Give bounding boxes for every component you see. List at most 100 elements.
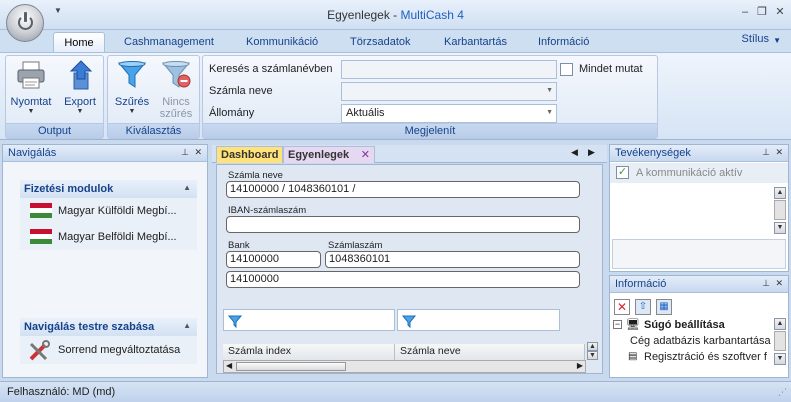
ribbon: Nyomtat ▼ Export ▼ Output Szűrés ▼ Nincs… <box>0 52 791 140</box>
output-group: Nyomtat ▼ Export ▼ Output <box>5 55 104 139</box>
customize-navigation-section: Navigálás testre szabása ▲ Sorrend megvá… <box>20 318 197 364</box>
show-all-checkbox[interactable] <box>560 63 573 76</box>
resize-grip-icon[interactable]: ⋰ <box>778 387 787 398</box>
tab-egyenlegek[interactable]: Egyenlegek ✕ <box>283 146 375 163</box>
chevron-down-icon[interactable]: ▼ <box>773 36 781 45</box>
close-tab-icon[interactable]: ✕ <box>361 147 370 163</box>
status-bar: Felhasználó: MD (md) ⋰ <box>0 381 791 402</box>
upload-icon[interactable]: ⇧ <box>635 299 651 315</box>
info-tree: − 🖥 Súgó beállítása Cég adatbázis karban… <box>612 318 772 378</box>
tab-torzsadatok[interactable]: Törzsadatok <box>342 32 419 52</box>
nav-item-foreign-transfer[interactable]: Magyar Külföldi Megbí... <box>20 198 197 224</box>
iban-field-label: IBAN-számlaszám <box>228 205 307 216</box>
export-button[interactable]: Export ▼ <box>58 59 102 123</box>
tools-icon <box>29 340 50 361</box>
chevron-up-icon[interactable]: ▲ <box>183 321 191 330</box>
close-icon[interactable]: ✕ <box>775 278 783 289</box>
scrollbar-thumb[interactable] <box>236 362 346 371</box>
title-bar: ▼ Egyenlegek - MultiCash 4 – ❐ ✕ <box>0 0 791 30</box>
scroll-right-icon[interactable]: ▶ <box>577 361 583 370</box>
pin-icon[interactable]: ⊥ <box>762 147 770 158</box>
current-user-label: Felhasználó: MD (md) <box>7 386 116 398</box>
filter-button[interactable]: Szűrés ▼ <box>110 59 154 123</box>
account-name-combo[interactable]: ▼ <box>341 82 557 101</box>
nav-item-domestic-transfer[interactable]: Magyar Belföldi Megbí... <box>20 224 197 250</box>
scroll-up-icon[interactable]: ▲ <box>774 318 786 330</box>
document-tab-strip: Dashboard Egyenlegek ✕ ◀ ▶ <box>212 145 607 163</box>
vertical-scrollbar-thumb[interactable] <box>774 200 786 220</box>
account-number-field-label: Számlaszám <box>328 240 383 251</box>
grid-filter-name[interactable] <box>397 309 560 331</box>
chevron-up-icon[interactable]: ▲ <box>183 183 191 192</box>
funnel-remove-icon <box>161 61 191 88</box>
scroll-right-icon[interactable]: ▶ <box>588 147 595 158</box>
grid-filter-index[interactable] <box>223 309 395 331</box>
search-label: Keresés a számlanévben <box>209 63 333 75</box>
layout-icon[interactable]: ▦ <box>656 299 672 315</box>
tab-informacio[interactable]: Információ <box>530 32 597 52</box>
tab-cashmanagement[interactable]: Cashmanagement <box>116 32 222 52</box>
activities-panel: Tevékenységek ⊥ ✕ ✓ A kommunikáció aktív… <box>609 144 789 272</box>
close-icon[interactable]: ✕ <box>194 147 202 158</box>
bank-field[interactable]: 14100000 <box>226 251 321 268</box>
tab-kommunikacio[interactable]: Kommunikáció <box>238 32 326 52</box>
scroll-up-icon[interactable]: ▲ <box>587 342 598 351</box>
search-input[interactable] <box>341 60 557 79</box>
check-icon: ✓ <box>616 166 629 179</box>
iban-field[interactable] <box>226 216 580 233</box>
tab-dashboard[interactable]: Dashboard <box>216 146 284 163</box>
status-label: Állomány <box>209 107 255 119</box>
tree-node-help-settings[interactable]: − 🖥 Súgó beállítása <box>612 318 772 333</box>
activities-panel-header: Tevékenységek ⊥ ✕ <box>610 145 788 162</box>
account-name-field[interactable]: 14100000 / 1048360101 / <box>226 181 580 198</box>
chevron-down-icon[interactable]: ▼ <box>546 109 553 116</box>
tree-node-registration[interactable]: ▤ Regisztráció és szoftver f <box>626 350 772 365</box>
close-icon[interactable]: ✕ <box>775 147 783 158</box>
print-button[interactable]: Nyomtat ▼ <box>9 59 53 123</box>
style-menu[interactable]: Stílus <box>741 33 769 45</box>
collapse-icon[interactable]: − <box>613 320 622 329</box>
funnel-icon <box>117 61 147 88</box>
navigation-panel-header: Navigálás ⊥ ✕ <box>3 145 207 162</box>
grid-column-account-name[interactable]: Számla neve <box>395 344 585 360</box>
status-combo[interactable]: Aktuális ▼ <box>341 104 557 123</box>
nav-item-change-order[interactable]: Sorrend megváltoztatása <box>20 336 197 364</box>
pin-icon[interactable]: ⊥ <box>762 278 770 289</box>
show-all-label: Mindet mutat <box>579 63 643 75</box>
scroll-left-icon[interactable]: ◀ <box>226 361 232 370</box>
payment-modules-section: Fizetési modulok ▲ Magyar Külföldi Megbí… <box>20 180 197 250</box>
printer-icon <box>17 61 45 89</box>
account-number-field[interactable]: 1048360101 <box>325 251 580 268</box>
close-icon[interactable]: ✕ <box>772 5 788 19</box>
delete-icon[interactable]: ✕ <box>614 299 630 315</box>
account-name-label: Számla neve <box>209 85 273 97</box>
scroll-up-icon[interactable]: ▲ <box>774 187 786 199</box>
activity-item[interactable]: ✓ A kommunikáció aktív <box>610 163 788 183</box>
scroll-down-icon[interactable]: ▼ <box>774 353 786 365</box>
selection-group: Szűrés ▼ Nincs szűrés Kiválasztás <box>107 55 200 139</box>
scroll-down-icon[interactable]: ▼ <box>774 222 786 234</box>
customize-navigation-header[interactable]: Navigálás testre szabása ▲ <box>20 318 197 336</box>
activity-detail-box <box>612 239 786 269</box>
bank-field-label: Bank <box>228 240 250 251</box>
scroll-left-icon[interactable]: ◀ <box>571 147 578 158</box>
horizontal-scrollbar[interactable]: ◀ ▶ <box>223 360 586 373</box>
payment-modules-header[interactable]: Fizetési modulok ▲ <box>20 180 197 198</box>
account-name-field-label: Számla neve <box>228 170 283 181</box>
scroll-down-icon[interactable]: ▼ <box>587 351 598 360</box>
vertical-scrollbar-thumb[interactable] <box>774 331 786 351</box>
tree-node-company-db[interactable]: Cég adatbázis karbantartása <box>626 334 772 349</box>
restore-icon[interactable]: ❐ <box>754 5 770 19</box>
extra-field[interactable]: 14100000 <box>226 271 580 288</box>
minimize-icon[interactable]: – <box>737 5 753 19</box>
tab-karbantartas[interactable]: Karbantartás <box>436 32 515 52</box>
no-filter-button[interactable]: Nincs szűrés <box>154 59 198 123</box>
chevron-down-icon: ▼ <box>76 108 84 115</box>
tab-home[interactable]: Home <box>53 32 105 52</box>
hungarian-flag-icon <box>30 203 52 219</box>
chevron-down-icon[interactable]: ▼ <box>546 87 553 94</box>
pin-icon[interactable]: ⊥ <box>181 147 189 158</box>
grid-column-account-index[interactable]: Számla index <box>223 344 395 360</box>
funnel-icon <box>402 315 416 328</box>
application-menu-button[interactable] <box>6 4 44 42</box>
